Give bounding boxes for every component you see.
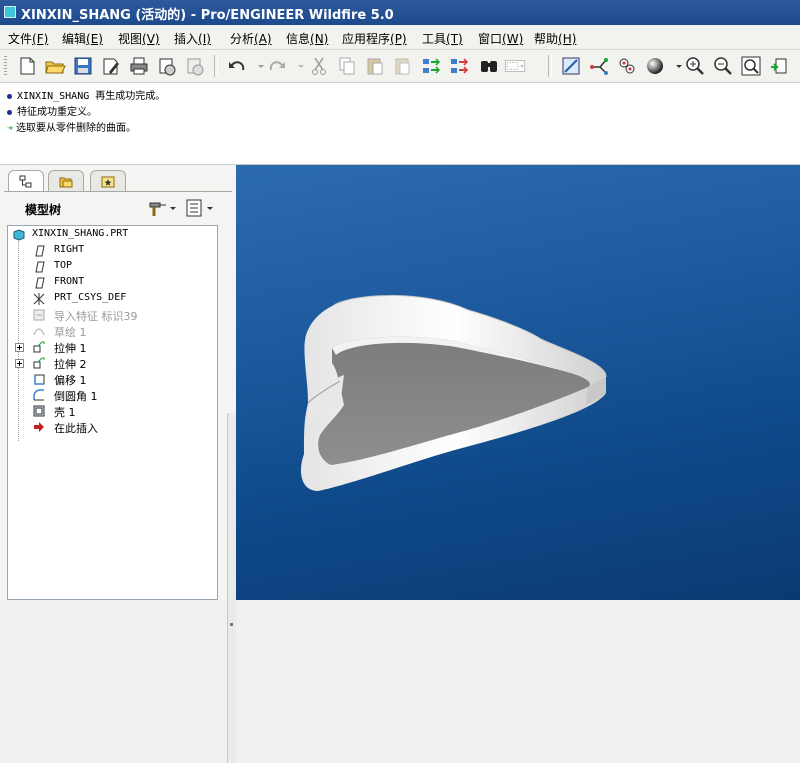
insert-here-arrow-icon	[34, 422, 44, 432]
menu-file[interactable]: 文件(F)	[8, 30, 48, 47]
tree-node-extrude-1[interactable]: 拉伸 1	[8, 339, 208, 355]
paste-icon[interactable]	[364, 55, 386, 77]
panel-sash[interactable]	[227, 413, 236, 763]
info-bullet-icon	[7, 93, 12, 99]
info-bullet-icon	[7, 109, 12, 115]
model-tree: XINXIN_SHANG.PRT RIGHT TOP FRONT PRT_CSY…	[7, 225, 218, 600]
shading-dropdown-icon[interactable]	[668, 55, 682, 77]
email-link-icon[interactable]	[184, 55, 206, 77]
window-title: XINXIN_SHANG (活动的) - Pro/ENGINEER Wildfi…	[21, 8, 394, 23]
copy-icon[interactable]	[336, 55, 358, 77]
new-file-icon[interactable]	[16, 55, 38, 77]
model-tree-icon	[19, 175, 32, 188]
menu-applications[interactable]: 应用程序(P)	[342, 30, 407, 47]
message-line: 特征成功重定义。	[7, 103, 97, 118]
undo-dropdown-icon[interactable]	[250, 55, 264, 77]
datum-point-icon[interactable]	[616, 55, 638, 77]
select-box-icon[interactable]	[504, 55, 540, 77]
redo-icon[interactable]	[266, 55, 288, 77]
menu-analysis[interactable]: 分析(A)	[230, 30, 272, 47]
save-copy-icon[interactable]	[100, 55, 122, 77]
app-icon	[4, 6, 16, 18]
save-icon[interactable]	[72, 55, 94, 77]
paste-special-icon[interactable]	[392, 55, 414, 77]
import-feature-icon	[33, 309, 45, 321]
email-icon[interactable]	[156, 55, 178, 77]
tree-node-part[interactable]: XINXIN_SHANG.PRT	[8, 227, 208, 243]
shell-icon	[33, 405, 45, 417]
csys-icon	[33, 293, 45, 305]
datum-plane-icon	[35, 277, 45, 289]
extrude-icon	[33, 357, 45, 369]
tree-node-top[interactable]: TOP	[8, 259, 208, 275]
offset-icon	[34, 374, 45, 385]
sketch-icon	[33, 328, 45, 336]
menu-tools[interactable]: 工具(T)	[422, 30, 463, 47]
tree-node-insert-here[interactable]: 在此插入	[8, 419, 208, 435]
main-toolbar	[0, 50, 800, 83]
expand-toggle-icon[interactable]	[15, 343, 24, 352]
datum-display-icon[interactable]	[560, 55, 582, 77]
model-tree-title: 模型树	[25, 203, 62, 217]
datum-plane-icon	[35, 261, 45, 273]
expand-toggle-icon[interactable]	[15, 359, 24, 368]
prompt-arrow-icon: ➔	[7, 123, 14, 134]
regenerate-icon[interactable]	[420, 55, 442, 77]
tree-node-csys[interactable]: PRT_CSYS_DEF	[8, 291, 208, 307]
navigator-panel: 模型树 XINXIN_SHANG.PRT RIGHT TOP FRONT PRT…	[0, 165, 236, 763]
tree-node-sketch[interactable]: 草绘 1	[8, 323, 208, 339]
zoom-out-icon[interactable]	[712, 55, 734, 77]
model-tree-tab[interactable]	[8, 170, 44, 192]
list-icon	[186, 199, 213, 217]
toolbar-grip[interactable]	[4, 56, 7, 76]
show-columns-button[interactable]	[184, 197, 216, 219]
menu-help[interactable]: 帮助(H)	[534, 30, 576, 47]
tree-node-right[interactable]: RIGHT	[8, 243, 208, 259]
find-icon[interactable]	[478, 55, 500, 77]
menu-info[interactable]: 信息(N)	[286, 30, 328, 47]
hammer-icon	[149, 202, 176, 216]
menu-view[interactable]: 视图(V)	[118, 30, 160, 47]
redo-dropdown-icon[interactable]	[290, 55, 304, 77]
extrude-icon	[33, 341, 45, 353]
refit-icon[interactable]	[740, 55, 762, 77]
part-icon	[13, 229, 25, 241]
tree-node-round[interactable]: 倒圆角 1	[8, 387, 208, 403]
tree-node-shell[interactable]: 壳 1	[8, 403, 208, 419]
tree-settings-button[interactable]	[146, 197, 178, 219]
cut-icon[interactable]	[308, 55, 330, 77]
undo-icon[interactable]	[226, 55, 248, 77]
folder-icon	[59, 177, 73, 188]
round-icon	[33, 389, 44, 401]
title-bar: XINXIN_SHANG (活动的) - Pro/ENGINEER Wildfi…	[0, 0, 800, 25]
menu-window[interactable]: 窗口(W)	[478, 30, 523, 47]
graphics-viewport[interactable]	[236, 165, 800, 600]
favorites-tab[interactable]	[90, 170, 126, 192]
message-area: XINXIN_SHANG 再生成功完成。 特征成功重定义。 ➔ 选取要从零件删除的…	[0, 83, 800, 165]
regen-manager-icon[interactable]	[448, 55, 470, 77]
menu-edit[interactable]: 编辑(E)	[62, 30, 103, 47]
tree-node-import-feature[interactable]: 导入特征 标识39	[8, 307, 208, 323]
orient-icon[interactable]	[768, 55, 790, 77]
message-line: XINXIN_SHANG 再生成功完成。	[7, 87, 165, 102]
favorites-icon	[101, 176, 115, 188]
heart-shell-model[interactable]	[236, 165, 800, 600]
message-prompt: ➔ 选取要从零件删除的曲面。	[7, 123, 137, 134]
shading-icon[interactable]	[644, 55, 666, 77]
zoom-in-icon[interactable]	[684, 55, 706, 77]
datum-axis-icon[interactable]	[588, 55, 610, 77]
tree-node-extrude-2[interactable]: 拉伸 2	[8, 355, 208, 371]
folder-browser-tab[interactable]	[48, 170, 84, 192]
tree-node-front[interactable]: FRONT	[8, 275, 208, 291]
menu-bar: 文件(F) 编辑(E) 视图(V) 插入(I) 分析(A) 信息(N) 应用程序…	[0, 25, 800, 50]
tree-node-offset[interactable]: 偏移 1	[8, 371, 208, 387]
datum-plane-icon	[35, 245, 45, 257]
open-folder-icon[interactable]	[44, 55, 66, 77]
menu-insert[interactable]: 插入(I)	[174, 30, 211, 47]
print-icon[interactable]	[128, 55, 150, 77]
